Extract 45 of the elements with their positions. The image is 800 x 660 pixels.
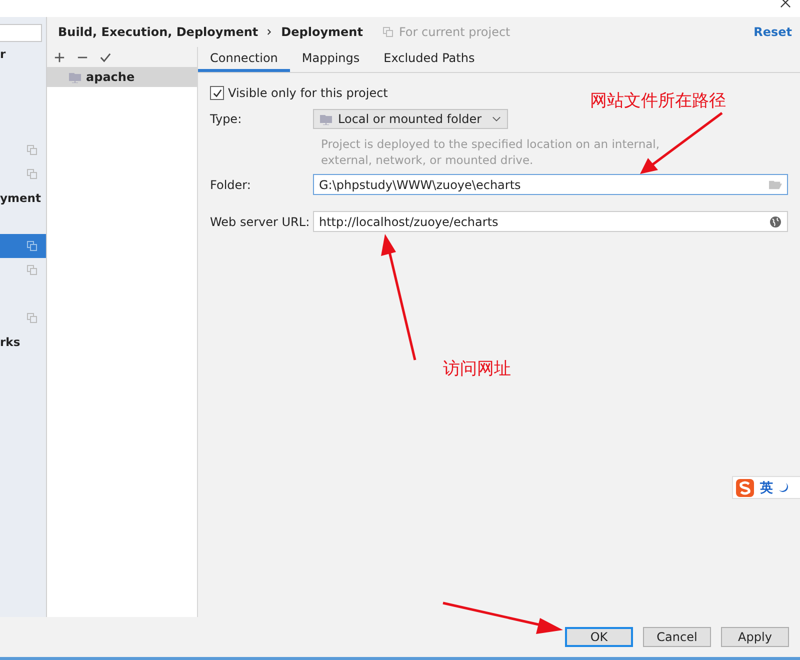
copy-icon xyxy=(382,27,393,37)
globe-icon[interactable] xyxy=(769,216,782,228)
annotation-text: 网站文件所在路径 xyxy=(590,90,726,112)
annotation-text: 访问网址 xyxy=(443,358,511,380)
caret-icon xyxy=(492,116,501,122)
copy-icon xyxy=(27,169,37,179)
check-icon[interactable] xyxy=(100,52,111,62)
dialog-button[interactable]: Apply xyxy=(721,627,789,647)
copy-icon xyxy=(27,265,37,275)
chevron-icon xyxy=(267,28,272,36)
field-label: Folder: xyxy=(210,178,252,192)
server-item[interactable]: apache xyxy=(47,67,197,87)
tab[interactable]: Excluded Paths xyxy=(372,47,487,72)
folder-field[interactable]: G:\phpstudy\WWW\zuoye\echarts xyxy=(313,174,788,195)
breadcrumb-item: Deployment xyxy=(281,25,363,39)
checkbox[interactable] xyxy=(210,86,224,100)
dialog-button[interactable]: OK xyxy=(565,627,633,647)
checkbox-label: Visible only for this project xyxy=(228,86,388,100)
ime-indicator[interactable]: 英 xyxy=(732,476,800,499)
close-icon[interactable] xyxy=(780,0,791,8)
field-label: Web server URL: xyxy=(210,214,311,228)
dialog-button[interactable]: Cancel xyxy=(643,627,711,647)
folder-icon xyxy=(69,71,81,83)
moon-icon xyxy=(778,482,790,494)
type-dropdown[interactable]: Local or mounted folder xyxy=(313,109,508,129)
copy-icon xyxy=(27,313,37,323)
field-label: Type: xyxy=(210,112,243,126)
folder-icon[interactable] xyxy=(769,178,782,190)
search-field[interactable] xyxy=(0,24,42,42)
description-text: Project is deployed to the specified location on an internal, external, network, or mounted drive. xyxy=(321,136,661,168)
url-field[interactable]: http://localhost/zuoye/echarts xyxy=(313,211,788,232)
logo-icon xyxy=(735,478,755,498)
breadcrumb-item[interactable]: Build, Execution, Deployment xyxy=(58,25,258,39)
folder-icon xyxy=(320,113,332,125)
scope-note: For current project xyxy=(398,25,510,39)
tab[interactable]: Mappings xyxy=(290,47,372,72)
add-icon[interactable] xyxy=(54,52,65,62)
reset-link[interactable]: Reset xyxy=(754,25,792,39)
sidebar-item[interactable]: yment xyxy=(0,186,46,210)
sidebar-item[interactable]: rks xyxy=(0,330,46,354)
copy-icon xyxy=(27,241,37,251)
tab[interactable]: Connection xyxy=(198,47,290,72)
sidebar-item[interactable]: r xyxy=(0,42,46,66)
copy-icon xyxy=(27,145,37,155)
sidebar-item[interactable] xyxy=(0,234,46,258)
